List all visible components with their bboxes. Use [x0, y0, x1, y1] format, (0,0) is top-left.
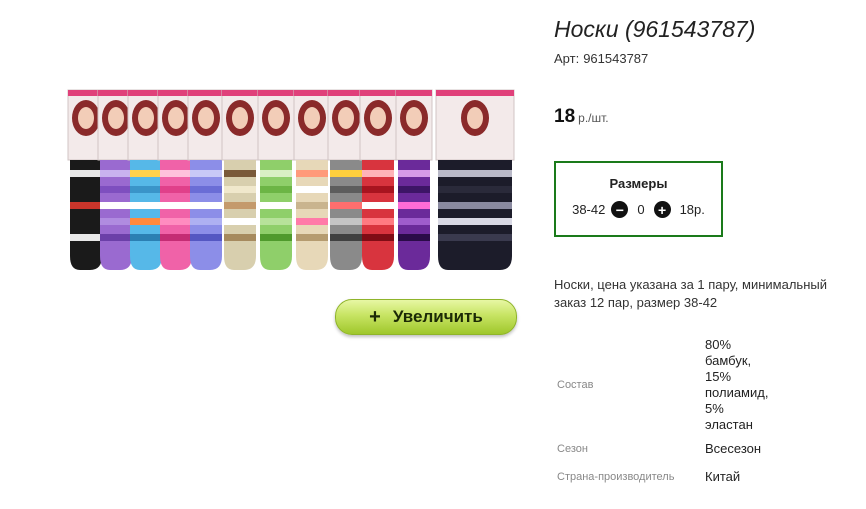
size-unit-price: 18р.: [679, 202, 705, 217]
article-label: Арт:: [554, 51, 580, 66]
property-value: 80% бамбук, 15% полиамид, 5% эластан: [705, 337, 769, 432]
size-label: 38-42: [572, 202, 606, 217]
product-image[interactable]: [60, 78, 530, 278]
property-row: Страна-производитель Китай: [554, 463, 775, 491]
enlarge-button[interactable]: + Увеличить: [335, 299, 517, 335]
property-value: Китай: [705, 469, 741, 484]
properties-table: Состав 80% бамбук, 15% полиамид, 5% элас…: [554, 335, 775, 491]
minus-circle-icon[interactable]: −: [611, 201, 629, 218]
price-unit: р./шт.: [578, 111, 609, 125]
sizes-heading: Размеры: [609, 176, 668, 191]
property-key: Страна-производитель: [557, 471, 675, 483]
price: 18 р./шт.: [554, 106, 609, 128]
plus-circle-icon[interactable]: +: [653, 201, 671, 218]
socks-image: [67, 89, 515, 270]
property-value: Всесезон: [705, 441, 762, 456]
property-row: Сезон Всесезон: [554, 435, 775, 463]
article-number: Арт: 961543787: [554, 51, 652, 66]
sizes-box: Размеры 38-42 − 0 + 18р.: [554, 161, 723, 237]
product-title: Носки (961543787): [554, 16, 756, 42]
property-row: Состав 80% бамбук, 15% полиамид, 5% элас…: [554, 335, 775, 435]
enlarge-button-label: Увеличить: [392, 307, 483, 326]
property-key: Сезон: [557, 443, 588, 455]
article-value: 961543787: [583, 51, 649, 66]
quantity-value[interactable]: 0: [637, 202, 644, 217]
price-value: 18: [554, 106, 576, 127]
size-row: 38-42 − 0 + 18р.: [556, 201, 721, 218]
property-key: Состав: [557, 379, 594, 391]
product-description: Носки, цена указана за 1 пару, минимальн…: [554, 277, 827, 310]
plus-icon: +: [369, 306, 381, 328]
